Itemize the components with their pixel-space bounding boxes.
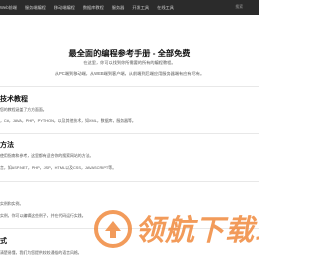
hero-description: 从PC端到移动端，从WEB端到客户端，从前端到后端应用服务器端有应有尽有。 — [54, 71, 205, 76]
section-text: 实例和实例。 — [0, 201, 24, 206]
section-divider — [0, 133, 259, 134]
nav-item-mobile-programming[interactable]: 移动端编程 — [54, 5, 75, 11]
nav-item-online-tools[interactable]: 在线工具 — [157, 5, 174, 11]
section-text: 实例，你可以编辑这些例子，并在代码运行实践。 — [0, 213, 86, 218]
section-divider — [0, 181, 259, 182]
nav-item-web-frontend[interactable]: Web前端 — [0, 5, 17, 11]
top-navigation-bar: Web前端 服务端编程 移动端编程 数据库教程 服务器 开发工具 在线工具 搜索 — [0, 0, 259, 15]
section-title-tech-tutorials: 技术教程 — [0, 96, 28, 103]
section-title-methods: 方法 — [0, 142, 14, 149]
hero-title: 最全面的编程参考手册 - 全部免费 — [68, 49, 191, 58]
watermark-text: 领航下载站 — [135, 215, 259, 247]
section-text: 清楚易懂，我们为您提供较较通俗的语言风格， — [0, 250, 82, 255]
nav-item-dev-tools[interactable]: 开发工具 — [132, 5, 149, 11]
nav-search-link[interactable]: 搜索 — [235, 5, 243, 10]
page: Web前端 服务端编程 移动端编程 数据库教程 服务器 开发工具 在线工具 搜索… — [0, 0, 259, 267]
section-text: 您的教程涵盖了方方面面。 — [0, 107, 47, 112]
nav-item-server-programming[interactable]: 服务端编程 — [25, 5, 46, 11]
watermark: 领航下载站 — [93, 205, 259, 253]
section-divider — [0, 86, 259, 87]
section-text: 使用指南和参考，这里都有适合你的搜索网站的方法。 — [0, 153, 94, 158]
nav-item-database-tutorial[interactable]: 数据库教程 — [83, 5, 104, 11]
hero-subtitle: 在这里，你可以找到你所需要的所有的编程教程。 — [83, 60, 176, 65]
hero-banner: 最全面的编程参考手册 - 全部免费 在这里，你可以找到你所需要的所有的编程教程。… — [0, 15, 259, 85]
section-text: ，C#，JAVA，PHP，PYTHON，以及其他技术，如XML，数据库，服务器等… — [0, 118, 136, 123]
watermark-logo-icon — [94, 210, 132, 248]
section-title-style: 式 — [0, 238, 7, 245]
nav-item-server[interactable]: 服务器 — [112, 5, 125, 11]
section-text: 言，如ASP.NET，PHP，JSP，HTML以及CSS，JAVASCRIPT等… — [0, 165, 117, 170]
